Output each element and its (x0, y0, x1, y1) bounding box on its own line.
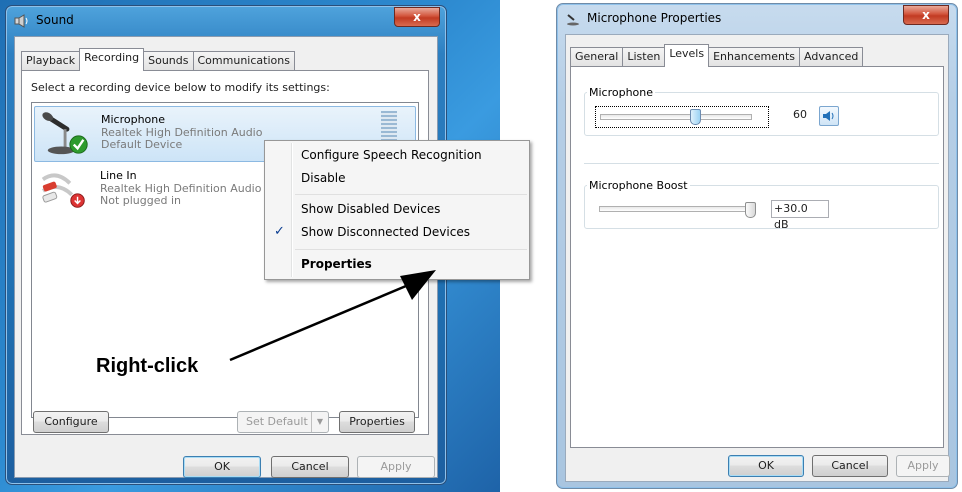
device-status: Default Device (101, 138, 183, 151)
microphone-boost-label: Microphone Boost (587, 179, 690, 192)
ok-button[interactable]: OK (728, 455, 804, 477)
menu-separator (295, 249, 527, 250)
tab-sounds[interactable]: Sounds (143, 51, 194, 70)
mic-title-bar[interactable]: Microphone Properties x (557, 4, 957, 34)
dropdown-arrow-icon[interactable]: ▼ (311, 412, 328, 432)
checkmark-icon: ✓ (274, 224, 285, 239)
sound-tab-strip: Playback Recording Sounds Communications (21, 48, 295, 71)
levels-tab-pane: Microphone 60 Microphone Boost +30.0 dB (570, 66, 944, 448)
configure-button[interactable]: Configure (33, 411, 109, 433)
slider-thumb[interactable] (690, 109, 701, 125)
menu-separator (295, 194, 527, 195)
menu-item-properties[interactable]: Properties (301, 257, 372, 271)
line-in-jack-icon (41, 173, 85, 208)
menu-item-show-disabled[interactable]: Show Disabled Devices (301, 202, 440, 216)
tab-advanced[interactable]: Advanced (799, 47, 864, 66)
mic-title: Microphone Properties (587, 11, 722, 25)
microphone-label: Microphone (587, 86, 656, 99)
device-context-menu: Configure Speech Recognition Disable Sho… (264, 140, 530, 280)
microphone-boost-value[interactable]: +30.0 dB (771, 200, 829, 231)
sound-title-bar[interactable]: Sound x (6, 6, 446, 36)
mic-properties-window: Microphone Properties x General Listen L… (556, 3, 958, 489)
menu-gutter (291, 143, 293, 277)
microphone-icon (42, 112, 88, 155)
tab-enhancements[interactable]: Enhancements (708, 47, 801, 66)
device-status: Not plugged in (100, 194, 182, 207)
tab-levels[interactable]: Levels (664, 44, 710, 67)
right-click-annotation: Right-click (96, 355, 199, 377)
microphone-small-icon (567, 14, 579, 26)
properties-button[interactable]: Properties (339, 411, 415, 433)
ok-button[interactable]: OK (183, 456, 261, 478)
sound-title: Sound (36, 13, 74, 27)
tab-general[interactable]: General (570, 47, 624, 66)
instructions-text: Select a recording device below to modif… (31, 81, 330, 94)
menu-item-show-disconnected[interactable]: Show Disconnected Devices (301, 225, 470, 239)
speaker-app-icon (14, 14, 28, 28)
tab-recording[interactable]: Recording (79, 48, 145, 71)
tab-playback[interactable]: Playback (21, 51, 81, 70)
mic-client-area: General Listen Levels Enhancements Advan… (565, 34, 950, 482)
speaker-icon (823, 111, 834, 121)
apply-button[interactable]: Apply (896, 455, 950, 477)
device-name: Microphone (101, 113, 166, 126)
microphone-boost-slider[interactable] (595, 199, 767, 219)
sound-close-button[interactable]: x (394, 7, 440, 27)
set-default-label: Set Default (246, 415, 308, 428)
cancel-button[interactable]: Cancel (271, 456, 349, 478)
menu-item-disable[interactable]: Disable (301, 171, 346, 185)
apply-button[interactable]: Apply (357, 456, 435, 478)
slider-thumb[interactable] (745, 202, 756, 218)
divider-line (584, 163, 939, 164)
tab-communications[interactable]: Communications (192, 51, 295, 70)
microphone-slider[interactable] (595, 106, 769, 128)
slider-track (600, 114, 752, 120)
device-name: Line In (100, 169, 137, 182)
microphone-level-value[interactable]: 60 (771, 107, 811, 123)
cancel-button[interactable]: Cancel (812, 455, 888, 477)
menu-item-configure-speech[interactable]: Configure Speech Recognition (301, 148, 482, 162)
tab-listen[interactable]: Listen (622, 47, 666, 66)
slider-track (599, 206, 751, 212)
set-default-button[interactable]: Set Default ▼ (237, 411, 329, 433)
mic-tab-strip: General Listen Levels Enhancements Advan… (570, 44, 864, 67)
mic-close-button[interactable]: x (903, 5, 949, 25)
speaker-mute-button[interactable] (819, 106, 839, 126)
